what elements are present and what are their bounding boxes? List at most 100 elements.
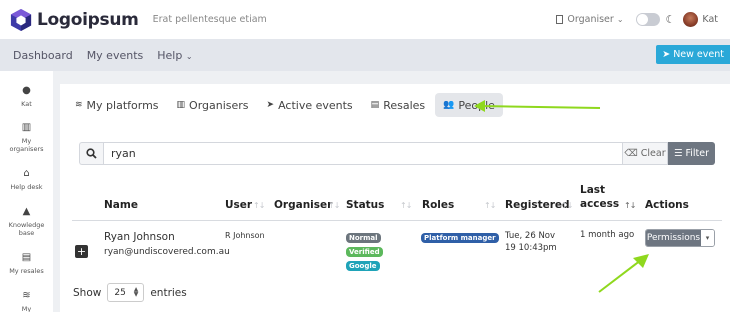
- sidebar-item-help-desk[interactable]: ⌂ Help desk: [0, 168, 53, 192]
- sort-icon[interactable]: ↑↓: [253, 201, 265, 210]
- expand-row-button[interactable]: +: [75, 245, 88, 258]
- sidebar-item-profile[interactable]: ● Kat: [0, 85, 53, 109]
- chevron-down-icon[interactable]: ▾: [701, 230, 714, 246]
- sort-desc-icon[interactable]: ↑↓: [624, 201, 636, 210]
- sidebar-item-resales[interactable]: ▤ My resales: [0, 252, 53, 276]
- entries-label: entries: [150, 286, 187, 299]
- select-arrows-icon: ▲ ▼: [133, 286, 139, 298]
- layers-icon: ≋: [75, 100, 83, 110]
- column-header-registered[interactable]: Registered: [505, 199, 570, 211]
- inbox-icon: ⌂: [23, 168, 30, 179]
- sidebar-item-label: Knowledge base: [8, 221, 45, 237]
- sidebar: ● Kat ▥ My organisers ⌂ Help desk ▲ Know…: [0, 71, 53, 312]
- annotation-arrow: [474, 100, 601, 112]
- chevron-down-icon: ⌄: [616, 15, 624, 24]
- organiser-dropdown[interactable]: Organiser ⌄: [556, 14, 624, 25]
- clear-label: Clear: [640, 148, 666, 159]
- user-name[interactable]: Kat: [702, 14, 718, 25]
- permissions-button[interactable]: Permissions ▾: [645, 229, 715, 247]
- sidebar-item-label: My organisers: [9, 137, 44, 153]
- sidebar-item-knowledge-base[interactable]: ▲ Knowledge base: [0, 207, 53, 238]
- top-header: Logoipsum Erat pellentesque etiam Organi…: [0, 0, 730, 39]
- clear-button[interactable]: ⌫ Clear: [623, 142, 668, 165]
- sidebar-item-platforms[interactable]: ≋ My: [0, 290, 53, 312]
- tab-label: Resales: [383, 98, 426, 112]
- dark-mode-toggle[interactable]: [635, 13, 660, 26]
- filter-button[interactable]: ☰ Filter: [668, 142, 715, 165]
- person-name: Ryan Johnson: [104, 231, 175, 243]
- paper-plane-icon: ➤: [266, 100, 275, 110]
- tab-label: My platforms: [86, 98, 159, 112]
- filter-label: Filter: [685, 148, 710, 159]
- column-header-actions: Actions: [645, 199, 689, 211]
- column-header-status[interactable]: Status: [346, 199, 384, 211]
- status-badge-normal: Normal: [346, 233, 381, 243]
- layers-icon: ≋: [22, 290, 31, 301]
- table-header: Name User ↑↓ Organiser ↑↓ Status ↑↓ Role…: [72, 177, 722, 221]
- column-header-name[interactable]: Name: [104, 199, 138, 211]
- sort-icon[interactable]: ↑↓: [484, 201, 496, 210]
- sidebar-item-label: My resales: [9, 267, 44, 275]
- logo[interactable]: Logoipsum: [10, 8, 139, 32]
- last-access-value: 1 month ago: [580, 230, 635, 240]
- tab-active-events[interactable]: ➤ Active events: [259, 93, 361, 117]
- page-size-value: 25: [114, 287, 126, 298]
- sidebar-item-label: My: [21, 305, 32, 312]
- logo-text: Logoipsum: [37, 9, 139, 30]
- main-nav: Dashboard My events Help ⌄ ➤ New event: [0, 39, 730, 71]
- moon-icon: ☾: [665, 13, 676, 26]
- column-header-roles[interactable]: Roles: [422, 199, 454, 211]
- building-icon: ▥: [176, 100, 186, 110]
- sidebar-item-label: Help desk: [10, 183, 43, 191]
- search-input[interactable]: [103, 142, 623, 165]
- page-size-select[interactable]: 25 ▲ ▼: [107, 283, 145, 302]
- nav-dashboard[interactable]: Dashboard: [13, 49, 73, 62]
- building-icon: [556, 15, 564, 24]
- logo-hexagon-icon: [10, 8, 32, 31]
- registered-date: Tue, 26 Nov 19 10:43pm: [505, 231, 557, 253]
- show-label: Show: [73, 286, 102, 299]
- organiser-label: Organiser: [567, 14, 614, 25]
- store-icon: ▤: [370, 100, 380, 110]
- tab-my-platforms[interactable]: ≋ My platforms: [67, 93, 167, 117]
- search-icon: [86, 148, 97, 159]
- status-badge-google: Google: [346, 261, 380, 271]
- column-header-organiser[interactable]: Organiser: [274, 199, 332, 211]
- sort-icon[interactable]: ↑↓: [328, 201, 340, 210]
- search-button[interactable]: [79, 142, 103, 165]
- tab-bar: ≋ My platforms ▥ Organisers ➤ Active eve…: [67, 93, 505, 117]
- person-email: ryan@undiscovered.com.au: [104, 247, 230, 257]
- avatar[interactable]: [683, 12, 699, 27]
- column-header-last-access[interactable]: Last access: [580, 183, 620, 211]
- eraser-icon: ⌫: [624, 148, 638, 159]
- nav-my-events[interactable]: My events: [87, 49, 144, 62]
- status-badge-verified: Verified: [346, 247, 383, 257]
- search-bar: ⌫ Clear ☰ Filter: [79, 142, 716, 165]
- new-event-button[interactable]: ➤ New event: [656, 45, 730, 64]
- sidebar-item-label: Kat: [21, 100, 32, 108]
- new-event-label: New event: [673, 49, 724, 60]
- chevron-down-icon: ⌄: [185, 51, 193, 61]
- sort-icon[interactable]: ↑↓: [400, 201, 412, 210]
- paper-plane-icon: ➤: [662, 49, 671, 60]
- page-length-control: Show 25 ▲ ▼ entries: [73, 283, 187, 302]
- tab-label: Organisers: [189, 98, 249, 112]
- tab-resales[interactable]: ▤ Resales: [363, 93, 433, 117]
- user-icon: ●: [22, 85, 31, 96]
- tab-label: Active events: [278, 98, 353, 112]
- tagline: Erat pellentesque etiam: [152, 14, 267, 25]
- users-icon: 👥: [443, 100, 455, 110]
- store-icon: ▤: [21, 252, 32, 263]
- sort-icon[interactable]: ↑↓: [561, 201, 573, 210]
- role-badge: Platform manager: [421, 233, 499, 243]
- column-header-user[interactable]: User: [225, 199, 252, 211]
- nav-help-label: Help: [157, 48, 183, 62]
- sidebar-item-organisers[interactable]: ▥ My organisers: [0, 122, 53, 154]
- annotation-arrow: [598, 254, 649, 293]
- nav-help[interactable]: Help ⌄: [157, 49, 192, 62]
- building-icon: ▥: [21, 122, 32, 133]
- permissions-label: Permissions: [646, 230, 701, 246]
- user-short-name: R Johnson: [225, 231, 265, 240]
- tab-organisers[interactable]: ▥ Organisers: [169, 93, 257, 117]
- filter-lines-icon: ☰: [673, 148, 683, 159]
